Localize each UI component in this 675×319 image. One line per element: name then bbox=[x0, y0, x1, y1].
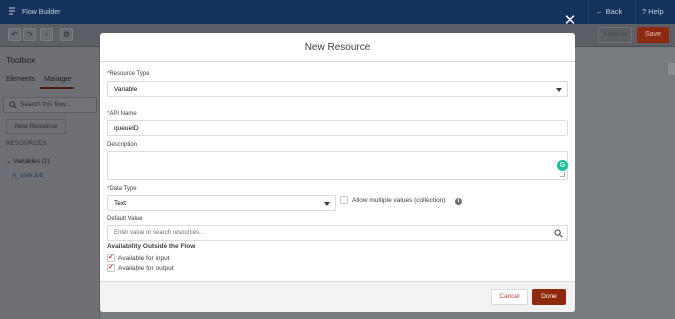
modal-header: New Resource bbox=[100, 33, 575, 62]
available-input-checkbox[interactable] bbox=[107, 253, 115, 262]
help-button[interactable]: ? Help bbox=[642, 7, 664, 16]
undo-icon: ↶ bbox=[11, 30, 18, 39]
default-value-placeholder: Enter value or search resources... bbox=[114, 230, 205, 236]
app-title: Flow Builder bbox=[8, 7, 61, 17]
default-value-input[interactable]: Enter value or search resources... bbox=[107, 225, 568, 241]
default-value-label: Default Value bbox=[107, 216, 143, 222]
description-label: Description bbox=[107, 142, 138, 148]
available-output-label: Available for output bbox=[118, 265, 174, 272]
available-output-checkbox[interactable] bbox=[107, 263, 115, 272]
resources-heading: RESOURCES bbox=[6, 141, 47, 147]
active-tab-indicator bbox=[40, 87, 74, 89]
search-icon bbox=[9, 101, 17, 111]
resource-item-label: userJob bbox=[20, 172, 44, 179]
back-label: Back bbox=[605, 7, 623, 16]
data-type-label-text: Data Type bbox=[109, 186, 137, 192]
cancel-button[interactable]: Cancel bbox=[491, 289, 528, 305]
resource-type-value: Variable bbox=[114, 86, 138, 93]
new-resource-modal: New Resource *Resource Type Variable *AP… bbox=[100, 33, 575, 312]
chevron-down-icon: ⌄ bbox=[6, 158, 12, 165]
copy-button[interactable]: ▫ bbox=[40, 28, 53, 41]
gear-icon: ⚙ bbox=[62, 30, 71, 39]
resource-type-select[interactable]: Variable bbox=[107, 81, 568, 97]
allow-multiple-label: Allow multiple values (collection) bbox=[352, 197, 446, 204]
flow-builder-icon bbox=[8, 7, 16, 17]
resource-type-label: *Resource Type bbox=[107, 71, 150, 77]
copy-icon: ▫ bbox=[45, 30, 48, 39]
resource-item[interactable]: Ax userJob bbox=[12, 172, 43, 180]
back-button[interactable]: ← Back bbox=[596, 7, 622, 16]
variables-group[interactable]: ⌄ Variables (1) bbox=[6, 157, 50, 165]
header-divider bbox=[588, 0, 589, 24]
toolbox-panel: Toolbox Elements Manager Search this flo… bbox=[0, 47, 100, 319]
canvas-side-toggle[interactable] bbox=[668, 63, 675, 75]
data-type-select[interactable]: Text bbox=[107, 195, 336, 211]
chevron-down-icon bbox=[556, 88, 562, 92]
search-icon bbox=[554, 229, 563, 238]
availability-title: Availability Outside the Flow bbox=[107, 243, 196, 250]
modal-footer: Cancel Done bbox=[100, 281, 575, 312]
save-button[interactable]: Save bbox=[637, 27, 669, 43]
api-name-input[interactable]: queueID bbox=[107, 120, 568, 136]
variable-icon: Ax bbox=[12, 172, 19, 181]
resource-type-label-text: Resource Type bbox=[109, 71, 150, 77]
settings-button[interactable]: ⚙ bbox=[60, 28, 73, 41]
variables-group-label: Variables (1) bbox=[13, 158, 50, 165]
new-resource-button[interactable]: New Resource bbox=[6, 119, 66, 134]
tab-manager[interactable]: Manager bbox=[44, 76, 72, 83]
data-type-label: *Data Type bbox=[107, 186, 137, 192]
flow-search-input[interactable]: Search this flow... bbox=[3, 97, 97, 113]
help-label: Help bbox=[648, 7, 664, 16]
question-mark-icon: ? bbox=[642, 7, 647, 16]
chevron-down-icon bbox=[324, 202, 330, 206]
data-type-value: Text bbox=[114, 200, 126, 207]
modal-title: New Resource bbox=[304, 42, 371, 53]
resize-handle[interactable] bbox=[560, 172, 565, 177]
redo-icon: ↷ bbox=[26, 30, 33, 39]
api-name-label: *API Name bbox=[107, 111, 137, 117]
grammarly-icon[interactable]: G bbox=[557, 160, 568, 171]
done-button[interactable]: Done bbox=[532, 289, 566, 305]
redo-button[interactable]: ↷ bbox=[23, 28, 36, 41]
allow-multiple-checkbox[interactable] bbox=[340, 196, 348, 204]
toolbox-title: Toolbox bbox=[6, 55, 36, 65]
app-title-text: Flow Builder bbox=[22, 8, 61, 16]
api-name-label-text: API Name bbox=[109, 111, 137, 117]
tab-elements[interactable]: Elements bbox=[6, 76, 35, 83]
api-name-value: queueID bbox=[114, 125, 139, 132]
available-input-label: Available for input bbox=[118, 255, 170, 262]
description-textarea[interactable]: G bbox=[107, 151, 568, 180]
search-placeholder: Search this flow... bbox=[20, 101, 71, 108]
undo-button[interactable]: ↶ bbox=[8, 28, 21, 41]
close-icon[interactable]: ✕ bbox=[563, 13, 577, 28]
header-divider bbox=[635, 0, 636, 24]
info-icon[interactable]: i bbox=[455, 198, 462, 205]
arrow-left-icon: ← bbox=[596, 7, 604, 16]
save-as-button[interactable]: Save As bbox=[598, 27, 632, 43]
